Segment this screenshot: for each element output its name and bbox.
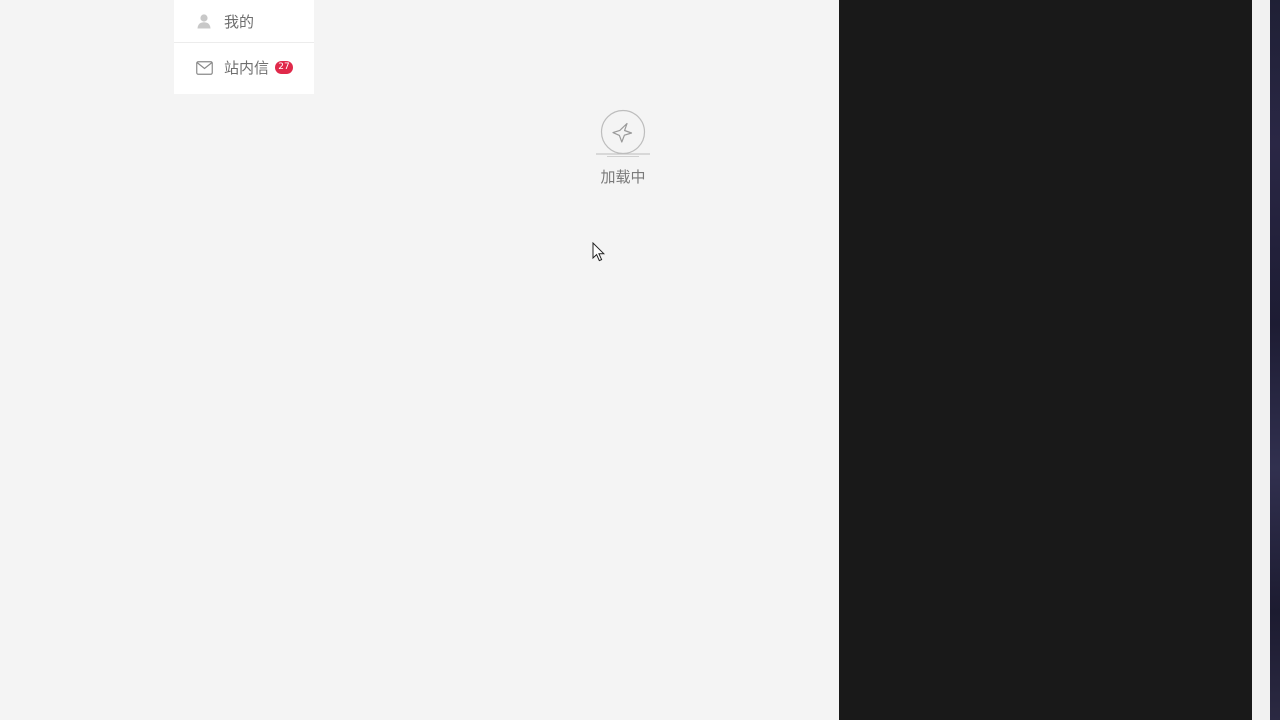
mouse-cursor-icon [592, 241, 606, 266]
menu-item-mine-label: 我的 [224, 12, 255, 31]
loading-text: 加载中 [600, 168, 646, 186]
menu-item-messages-label: 站内信 [224, 59, 270, 77]
menu-item-messages[interactable]: 站内信 27 [174, 43, 314, 92]
sparkle-icon [594, 108, 652, 158]
mail-icon [195, 59, 213, 77]
loading-indicator: 加载中 [594, 108, 652, 187]
user-icon [195, 12, 213, 30]
scrollbar-track[interactable] [1252, 0, 1270, 720]
background-image-strip [1270, 0, 1280, 720]
main-content-area: 我的 站内信 27 加载中 [0, 0, 839, 720]
unread-badge: 27 [275, 61, 293, 74]
menu-item-mine[interactable]: 我的 [174, 0, 314, 43]
dark-side-panel [839, 0, 1252, 720]
side-menu: 我的 站内信 27 [174, 0, 314, 94]
